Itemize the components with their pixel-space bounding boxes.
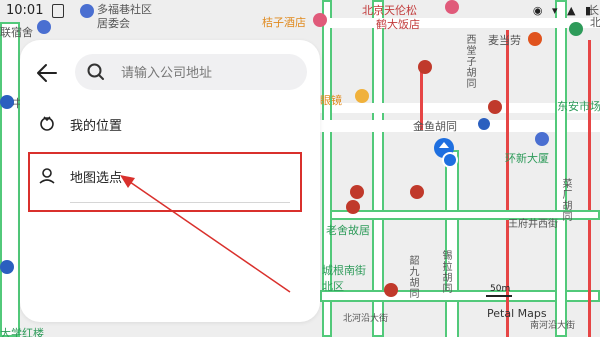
attraction-icon[interactable] — [488, 100, 502, 114]
location-pin-icon[interactable] — [432, 136, 462, 172]
map-label: 西堂子胡同 — [464, 34, 475, 89]
map-label: 北区 — [322, 280, 344, 293]
restaurant-icon[interactable] — [528, 32, 542, 46]
notification-icon — [52, 4, 64, 18]
my-location-label: 我的位置 — [70, 119, 123, 134]
highlight-box — [28, 152, 302, 212]
map-label: 环新大厦 — [505, 152, 549, 165]
map-road — [445, 150, 459, 337]
poi-icon[interactable] — [37, 20, 51, 34]
map-label: 锡拉胡同 — [440, 250, 451, 294]
search-box[interactable] — [75, 54, 307, 92]
map-label: 联宿舍 — [0, 26, 33, 39]
map-label: 老舍故居 — [326, 224, 370, 237]
poi-icon[interactable] — [0, 260, 14, 274]
attraction-icon[interactable] — [418, 60, 432, 74]
scale-bar — [486, 295, 512, 297]
map-label: 城根南街 — [322, 264, 366, 277]
attraction-icon[interactable] — [410, 185, 424, 199]
map-label: 麦当劳 — [488, 34, 521, 47]
building-icon[interactable] — [535, 132, 549, 146]
my-location-option[interactable]: 我的位置 — [20, 102, 320, 146]
map-scale: 50m — [486, 284, 512, 297]
back-arrow-icon[interactable] — [36, 62, 58, 84]
scale-label: 50m — [490, 284, 511, 294]
search-icon — [87, 63, 104, 80]
map-label: 韶九胡同 — [407, 255, 418, 299]
map-label: 菜厂胡同 — [560, 178, 571, 222]
map-label: 眼镜 — [320, 94, 342, 107]
status-icons: ◉ ▾ ▲ ▮ — [532, 4, 594, 17]
subway-icon[interactable] — [478, 118, 490, 130]
map-label: 北河沿大街 — [343, 314, 389, 324]
attraction-icon[interactable] — [384, 283, 398, 297]
attraction-icon[interactable] — [350, 185, 364, 199]
poi-icon[interactable] — [355, 89, 369, 103]
map-label: 王府井西街 — [508, 219, 558, 230]
map-road — [0, 22, 20, 337]
status-bar: 10:01 ◉ ▾ ▲ ▮ — [0, 0, 600, 22]
location-icon — [40, 116, 54, 131]
search-input[interactable] — [119, 54, 303, 92]
attraction-icon[interactable] — [346, 200, 360, 214]
map-attribution: Petal Maps — [487, 307, 547, 320]
map-road — [372, 0, 384, 337]
status-time: 10:01 — [6, 3, 44, 18]
map-label: 东安市场 — [557, 100, 600, 113]
map-label: 金鱼胡同 — [413, 120, 457, 133]
poi-icon[interactable] — [0, 95, 14, 109]
map-road — [588, 40, 591, 337]
map-road — [555, 0, 567, 337]
poi-icon[interactable] — [569, 22, 583, 36]
map-label: 大学红楼 — [0, 327, 44, 337]
